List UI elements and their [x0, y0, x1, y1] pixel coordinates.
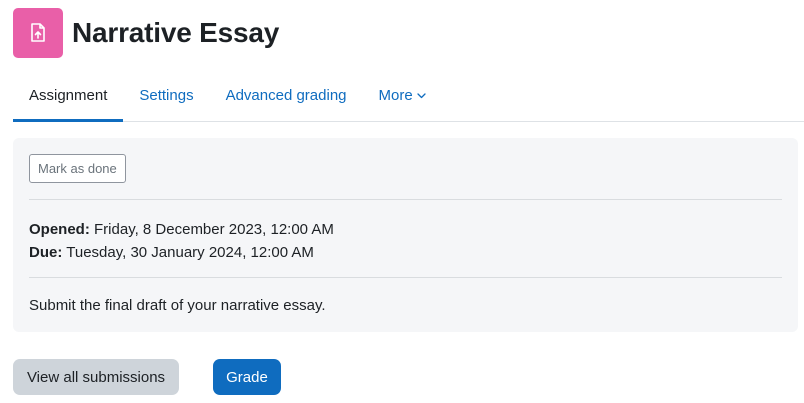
tab-settings[interactable]: Settings — [123, 70, 209, 121]
divider — [29, 277, 782, 278]
activity-information-panel: Mark as done Opened: Friday, 8 December … — [13, 138, 798, 332]
assignment-page: Narrative Essay Assignment Settings Adva… — [0, 0, 804, 403]
mark-as-done-button[interactable]: Mark as done — [29, 154, 126, 183]
tab-advanced-grading[interactable]: Advanced grading — [210, 70, 363, 121]
activity-dates: Opened: Friday, 8 December 2023, 12:00 A… — [29, 218, 334, 264]
view-all-submissions-button[interactable]: View all submissions — [13, 359, 179, 395]
tab-assignment[interactable]: Assignment — [13, 70, 124, 122]
tab-label: Settings — [139, 87, 194, 104]
divider — [29, 199, 782, 200]
page-title: Narrative Essay — [72, 17, 280, 48]
assignment-icon — [13, 8, 63, 58]
tab-label: More — [378, 87, 413, 104]
due-value: Tuesday, 30 January 2024, 12:00 AM — [66, 244, 314, 261]
assignment-description: Submit the final draft of your narrative… — [29, 297, 326, 314]
tab-label: Advanced grading — [225, 87, 347, 104]
opened-date: Opened: Friday, 8 December 2023, 12:00 A… — [29, 218, 334, 241]
grade-button[interactable]: Grade — [213, 359, 281, 395]
due-date: Due: Tuesday, 30 January 2024, 12:00 AM — [29, 241, 334, 264]
tab-label: Assignment — [29, 87, 108, 104]
tab-more[interactable]: More — [363, 70, 442, 121]
secondary-navigation: Assignment Settings Advanced grading Mor… — [13, 70, 804, 122]
chevron-down-icon — [417, 92, 426, 99]
document-upload-icon — [31, 23, 45, 42]
opened-label: Opened: — [29, 221, 90, 238]
due-label: Due: — [29, 244, 63, 261]
opened-value: Friday, 8 December 2023, 12:00 AM — [94, 221, 334, 238]
page-header: Narrative Essay — [13, 8, 279, 58]
